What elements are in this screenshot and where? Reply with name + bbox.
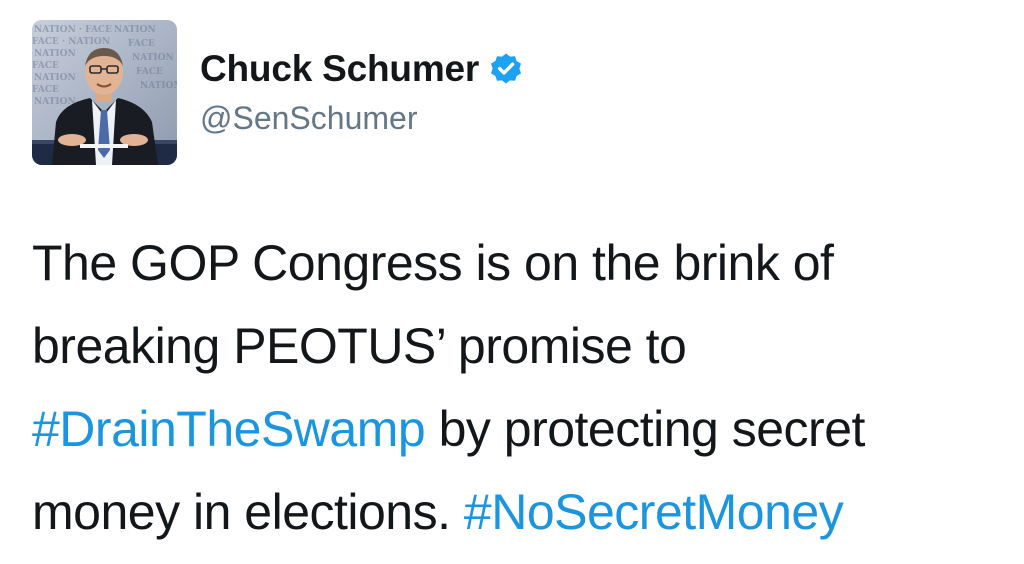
svg-text:FACE: FACE: [32, 61, 59, 71]
svg-text:FACE: FACE: [32, 85, 59, 95]
tweet-card: NATION · FACE NATION FACE · NATION FACE …: [0, 0, 1024, 564]
svg-text:NATION: NATION: [114, 25, 156, 35]
tweet-text-segment: money in elections.: [32, 484, 464, 540]
tweet-line: The GOP Congress is on the brink of: [32, 235, 834, 291]
avatar-photo: NATION · FACE NATION FACE · NATION FACE …: [32, 20, 177, 165]
svg-text:NATION: NATION: [34, 49, 76, 59]
user-info: Chuck Schumer @SenSchumer: [200, 44, 523, 144]
tweet-line: breaking PEOTUS’ promise to: [32, 318, 687, 374]
avatar[interactable]: NATION · FACE NATION FACE · NATION FACE …: [32, 20, 177, 165]
svg-text:FACE: FACE: [128, 39, 155, 49]
svg-text:FACE · NATION: FACE · NATION: [32, 37, 110, 47]
tweet-line: #DrainTheSwamp by protecting secret: [32, 388, 992, 471]
svg-text:NATION: NATION: [34, 97, 76, 107]
hashtag-link-drain-the-swamp[interactable]: #DrainTheSwamp: [32, 401, 426, 457]
tweet-line: money in elections. #NoSecretMoney: [32, 471, 992, 554]
verified-badge-icon: [489, 52, 523, 86]
hashtag-link-no-secret-money[interactable]: #NoSecretMoney: [464, 484, 844, 540]
svg-text:NATION: NATION: [34, 73, 76, 83]
svg-text:NATION · FACE: NATION · FACE: [34, 25, 112, 35]
tweet-text: The GOP Congress is on the brink of brea…: [32, 222, 992, 554]
tweet-text-segment: by protecting secret: [425, 401, 866, 457]
svg-text:FACE: FACE: [136, 67, 163, 77]
name-row: Chuck Schumer: [200, 44, 523, 94]
display-name[interactable]: Chuck Schumer: [200, 48, 479, 90]
user-handle[interactable]: @SenSchumer: [200, 100, 523, 137]
svg-text:NATION: NATION: [140, 81, 177, 91]
svg-text:NATION: NATION: [132, 53, 174, 63]
